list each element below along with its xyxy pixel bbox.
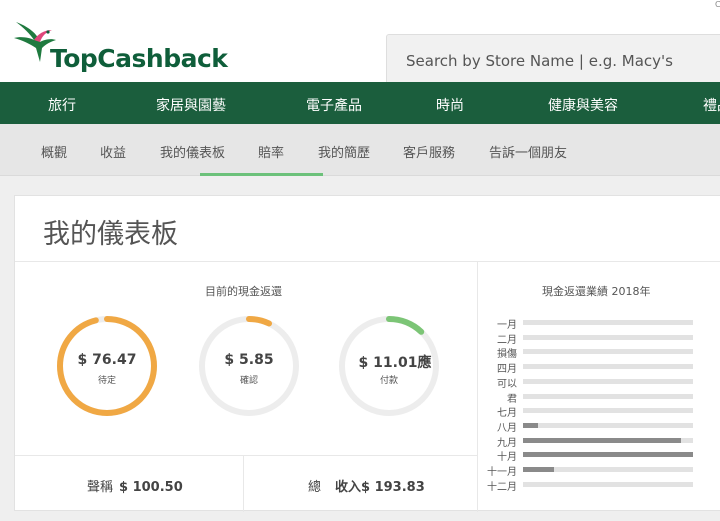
month-label: 四月 bbox=[497, 364, 517, 376]
store-search-input[interactable]: Search by Store Name | e.g. Macy's bbox=[386, 34, 720, 86]
month-label: 八月 bbox=[497, 422, 517, 434]
month-label: 十二月 bbox=[487, 481, 517, 493]
site-header: TopCashback Search by Store Name | e.g. … bbox=[0, 0, 720, 86]
claimed-label: 聲稱 bbox=[87, 480, 114, 495]
performance-title: 現金返還業績 2018年 bbox=[542, 285, 651, 298]
month-bar-track bbox=[523, 349, 693, 355]
month-label: 十月 bbox=[497, 452, 517, 464]
tab-customer-service[interactable]: 客戶服務 bbox=[403, 142, 455, 161]
month-bar bbox=[523, 467, 554, 472]
payable-amount: $ 11.01應 bbox=[358, 355, 432, 371]
month-bar-track bbox=[523, 437, 693, 443]
month-bar bbox=[523, 437, 682, 443]
month-label: 九月 bbox=[497, 437, 517, 449]
page-title: 我的儀表板 bbox=[43, 219, 178, 250]
category-fashion[interactable]: 時尚 bbox=[436, 95, 464, 115]
month-bar-track bbox=[523, 408, 693, 414]
month-label: 君 bbox=[507, 393, 517, 405]
month-label: 損傷 bbox=[497, 349, 517, 361]
current-cashback-title: 目前的現金返還 bbox=[205, 285, 282, 298]
category-gifts[interactable]: 禮品 bbox=[703, 95, 720, 115]
category-travel[interactable]: 旅行 bbox=[48, 95, 76, 115]
month-label: 一月 bbox=[497, 320, 517, 331]
payable-label: 付款 bbox=[379, 376, 398, 386]
confirmed-amount: $ 5.85 bbox=[224, 352, 274, 368]
divider bbox=[243, 456, 244, 512]
month-bar-track bbox=[523, 467, 693, 472]
total-earnings: 總收入$ 193.83 bbox=[308, 476, 425, 495]
topcashback-logo[interactable]: TopCashback bbox=[12, 18, 228, 74]
confirmed-label: 確認 bbox=[239, 376, 258, 386]
month-label: 二月 bbox=[497, 334, 517, 346]
month-bar-track bbox=[523, 452, 693, 458]
tab-my-dashboard[interactable]: 我的儀表板 bbox=[160, 142, 225, 161]
tab-earnings[interactable]: 收益 bbox=[100, 142, 126, 161]
corner-mark: C bbox=[715, 0, 720, 9]
dashboard-card: 我的儀表板 目前的現金返還 $ 76.47 待定 $ 5.85 確認 $ 11.… bbox=[14, 195, 720, 512]
month-label: 七月 bbox=[497, 408, 517, 420]
month-bar bbox=[523, 422, 539, 428]
month-label: 可以 bbox=[497, 378, 517, 390]
category-health-beauty[interactable]: 健康與美容 bbox=[548, 95, 618, 115]
tab-odds[interactable]: 賠率 bbox=[258, 142, 284, 161]
month-bar-track bbox=[523, 422, 693, 428]
pending-label: 待定 bbox=[97, 376, 116, 386]
account-sub-nav: 概觀 收益 我的儀表板 賠率 我的簡歷 客戶服務 告訴一個朋友 bbox=[0, 124, 720, 176]
month-bar-track bbox=[523, 320, 693, 325]
active-tab-indicator bbox=[200, 173, 323, 176]
pending-amount: $ 76.47 bbox=[77, 352, 137, 368]
logo-wordmark: TopCashback bbox=[50, 44, 228, 73]
tab-overview[interactable]: 概觀 bbox=[41, 142, 67, 161]
category-home-garden[interactable]: 家居與園藝 bbox=[156, 95, 226, 115]
tab-my-profile[interactable]: 我的簡歷 bbox=[318, 142, 370, 161]
month-bar-track bbox=[523, 334, 693, 340]
category-electronics[interactable]: 電子產品 bbox=[306, 95, 362, 115]
month-bar-track bbox=[523, 393, 693, 399]
total-value: 收入$ 193.83 bbox=[335, 480, 425, 495]
month-bar-track bbox=[523, 378, 693, 384]
month-bar-track bbox=[523, 481, 693, 487]
divider bbox=[15, 261, 720, 262]
total-label: 總 bbox=[308, 480, 322, 495]
month-bar-track bbox=[523, 364, 693, 370]
month-bar bbox=[523, 452, 693, 458]
search-placeholder: Search by Store Name | e.g. Macy's bbox=[406, 52, 673, 70]
claimed-total: 聲稱 $ 100.50 bbox=[87, 476, 183, 495]
divider bbox=[15, 455, 477, 456]
claimed-value: $ 100.50 bbox=[119, 480, 183, 495]
month-label: 十一月 bbox=[487, 467, 517, 478]
tab-tell-a-friend[interactable]: 告訴一個朋友 bbox=[489, 142, 567, 161]
category-nav: 旅行 家居與園藝 電子產品 時尚 健康與美容 禮品 bbox=[0, 82, 720, 124]
